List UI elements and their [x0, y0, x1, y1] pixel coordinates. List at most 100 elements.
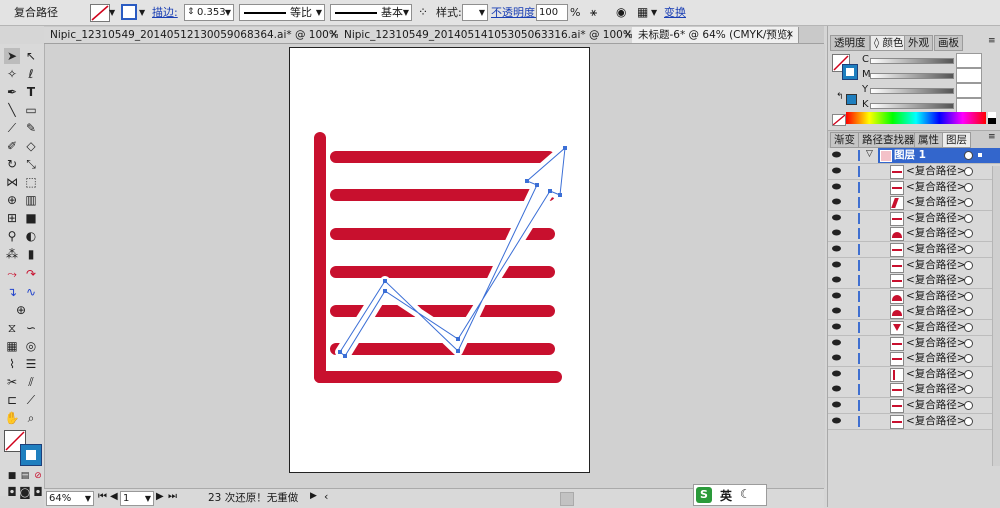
pencil-tool-icon[interactable]: ✎: [23, 120, 39, 136]
curvature-tool-icon[interactable]: ↷: [23, 266, 39, 282]
layers-menu-icon[interactable]: ≡: [988, 132, 996, 142]
tab-transparency[interactable]: 透明度: [830, 35, 870, 51]
brush-definition[interactable]: 基本 ▼: [330, 4, 412, 21]
layer-item-row[interactable]: <复合路径>: [828, 210, 1000, 227]
status-menu-icon[interactable]: ▶: [310, 491, 317, 501]
magenta-value-field[interactable]: [956, 68, 982, 83]
eye-icon[interactable]: [832, 198, 841, 205]
eye-icon[interactable]: [832, 370, 841, 377]
scroll-left-icon[interactable]: ‹: [324, 490, 328, 503]
tab-appearance[interactable]: 外观: [904, 35, 933, 51]
tab-document-2[interactable]: Nipic_12310549_20140514105305063316.ai* …: [338, 27, 637, 43]
moon-icon[interactable]: ☾: [740, 487, 751, 501]
rotate-tool-icon[interactable]: ↻: [4, 156, 20, 172]
fill-dropdown-icon[interactable]: ▼: [109, 4, 115, 21]
horizontal-scrollbar-thumb[interactable]: [560, 492, 574, 506]
ime-indicator[interactable]: S 英 ☾: [693, 484, 767, 506]
stroke-weight-field[interactable]: ⇕ 0.353 ▼: [184, 4, 234, 21]
graph-tool-icon[interactable]: ⌇: [4, 356, 20, 372]
shape-builder-tool-icon[interactable]: ⊕: [4, 192, 20, 208]
paintbrush-tool-icon[interactable]: ⟋: [4, 120, 20, 136]
measure-tool-icon[interactable]: ⟋: [23, 392, 39, 408]
selection-tool-icon[interactable]: ➤: [4, 48, 20, 64]
layer-item-row[interactable]: <复合路径>: [828, 257, 1000, 274]
eye-icon[interactable]: [832, 417, 841, 424]
rectangle-tool-icon[interactable]: ▭: [23, 102, 39, 118]
close-icon[interactable]: ×: [330, 27, 338, 43]
eye-icon[interactable]: [832, 245, 841, 252]
slice-tool-icon[interactable]: ⫽: [23, 374, 39, 390]
magenta-slider[interactable]: [870, 73, 954, 79]
free-transform-tool-icon[interactable]: ⬚: [23, 174, 39, 190]
layer-item-row[interactable]: <复合路径>: [828, 164, 1000, 180]
stroke-link[interactable]: 描边:: [152, 4, 178, 21]
align-grid-icon[interactable]: ▦: [637, 4, 648, 21]
lasso-tool-icon[interactable]: ℓ: [23, 66, 39, 82]
swap-arrow-icon[interactable]: ↰: [836, 92, 844, 102]
knife-tool-icon[interactable]: ✂: [4, 374, 20, 390]
none-mode-icon[interactable]: ⊘: [30, 468, 46, 484]
eye-icon[interactable]: [832, 401, 841, 408]
eye-icon[interactable]: [832, 292, 841, 299]
blob-brush-tool-icon[interactable]: ✐: [4, 138, 20, 154]
yellow-slider[interactable]: [870, 88, 954, 94]
eye-icon[interactable]: [832, 323, 841, 330]
eye-icon[interactable]: [832, 261, 841, 268]
target-circle-icon[interactable]: [964, 229, 973, 239]
web-icon[interactable]: ◉: [616, 4, 626, 21]
black-value-field[interactable]: [956, 98, 982, 113]
opacity-field[interactable]: 100: [536, 4, 568, 21]
target-circle-icon[interactable]: [964, 323, 973, 332]
layer-item-row[interactable]: <复合路径>: [828, 226, 1000, 243]
panel-stroke-swatch[interactable]: [842, 64, 858, 80]
layer-item-row[interactable]: <复合路径>: [828, 382, 1000, 399]
artboard[interactable]: [289, 47, 590, 473]
tab-document-1[interactable]: Nipic_12310549_20140512130059068364.ai* …: [44, 27, 343, 43]
list-tool-icon[interactable]: ☰: [23, 356, 39, 372]
eye-icon[interactable]: [832, 183, 841, 190]
cyan-value-field[interactable]: [956, 53, 982, 68]
layer-item-row[interactable]: <复合路径>: [828, 304, 1000, 321]
layer-item-row[interactable]: <复合路径>: [828, 195, 1000, 212]
tab-artboards[interactable]: 画板: [934, 35, 963, 51]
graphic-style-dropdown[interactable]: ▼: [462, 4, 488, 21]
target-circle-icon[interactable]: [964, 260, 973, 270]
layer-item-row[interactable]: <复合路径>: [828, 242, 1000, 258]
isolate-icon[interactable]: ⚹: [590, 4, 597, 21]
target-circle-icon[interactable]: [964, 307, 973, 317]
target-circle-icon[interactable]: [964, 354, 973, 364]
align-dropdown-icon[interactable]: ▼: [651, 4, 657, 21]
transform-link[interactable]: 变换: [664, 4, 686, 21]
eye-icon[interactable]: [832, 276, 841, 283]
gradient-tool-icon[interactable]: ■: [23, 210, 39, 226]
stroke-color-swatch[interactable]: [20, 444, 42, 466]
cyan-slider[interactable]: [870, 58, 954, 64]
smooth-tool-icon[interactable]: ∿: [23, 284, 39, 300]
line-tool-icon[interactable]: ╲: [4, 102, 20, 118]
zoom-tool-icon[interactable]: ⌕: [23, 410, 39, 426]
recolor-icon[interactable]: ⁘: [418, 4, 428, 21]
eraser-tool-icon[interactable]: ◇: [23, 138, 39, 154]
target-circle-icon[interactable]: [964, 276, 973, 286]
last-artboard-icon[interactable]: ⏭: [168, 491, 177, 502]
fill-swatch[interactable]: [90, 4, 110, 22]
grid-tool-icon[interactable]: ▦: [4, 338, 20, 354]
stroke-swatch[interactable]: [121, 4, 137, 20]
target-circle-icon[interactable]: [964, 291, 973, 301]
eye-icon[interactable]: [832, 151, 841, 158]
layers-scrollbar[interactable]: [992, 166, 1000, 466]
prev-artboard-icon[interactable]: ◀: [110, 491, 118, 502]
crop-tool-icon[interactable]: ⊏: [4, 392, 20, 408]
type-tool-icon[interactable]: T: [23, 84, 39, 100]
mesh-tool-icon[interactable]: ⧖: [4, 320, 20, 336]
color-spectrum[interactable]: [846, 112, 986, 124]
tab-document-3[interactable]: 未标题-6* @ 64% (CMYK/预览) ×: [632, 27, 799, 43]
close-icon[interactable]: ×: [786, 27, 794, 43]
target-circle-icon[interactable]: [964, 167, 973, 176]
eye-icon[interactable]: [832, 229, 841, 236]
tab-attributes[interactable]: 属性: [914, 132, 943, 148]
layer-item-row[interactable]: <复合路径>: [828, 179, 1000, 196]
target-circle-icon[interactable]: [964, 182, 973, 192]
eye-icon[interactable]: [832, 167, 841, 174]
tab-pathfinder[interactable]: 路径查找器: [858, 132, 919, 148]
